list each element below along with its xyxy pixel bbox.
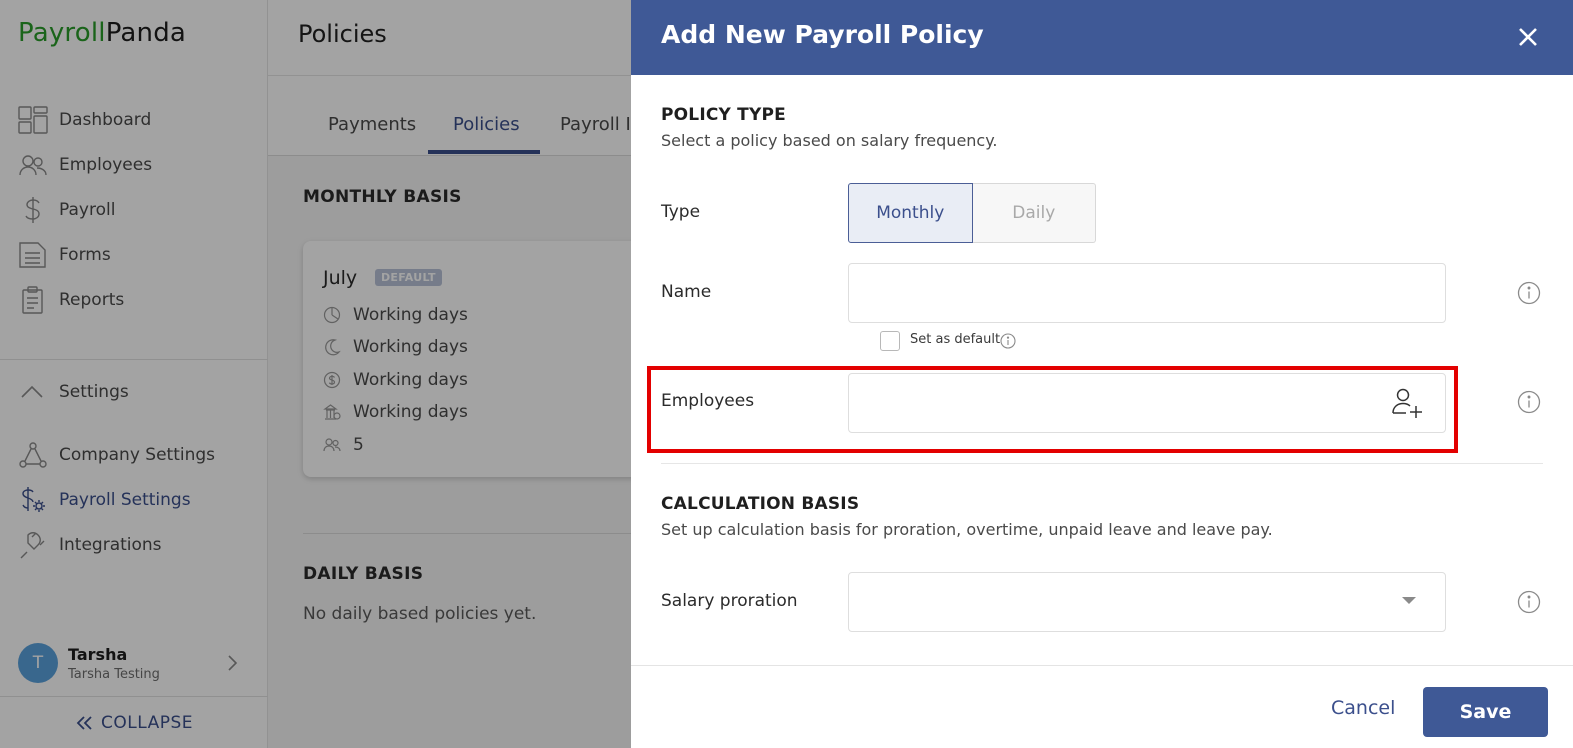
panel-header: Add New Payroll Policy: [631, 0, 1573, 75]
type-daily-button[interactable]: Daily: [972, 183, 1096, 243]
add-person-icon[interactable]: [1391, 387, 1425, 419]
type-label: Type: [661, 202, 701, 222]
info-icon[interactable]: [1517, 390, 1541, 414]
set-default-label: Set as default: [910, 332, 1001, 347]
info-icon[interactable]: [1517, 590, 1541, 614]
panel-title: Add New Payroll Policy: [661, 20, 984, 49]
close-button[interactable]: [1513, 22, 1543, 52]
set-default-checkbox[interactable]: [880, 331, 900, 351]
info-icon[interactable]: [1517, 281, 1541, 305]
caret-down-icon[interactable]: [1402, 597, 1416, 604]
modal-backdrop[interactable]: [0, 0, 631, 748]
cancel-button[interactable]: Cancel: [1331, 697, 1395, 719]
panel-footer: Cancel Save: [631, 665, 1573, 748]
calculation-basis-heading: CALCULATION BASIS: [661, 494, 860, 514]
name-input[interactable]: [848, 263, 1446, 323]
employees-input[interactable]: [848, 373, 1446, 433]
policy-type-description: Select a policy based on salary frequenc…: [661, 131, 998, 150]
calculation-basis-description: Set up calculation basis for proration, …: [661, 520, 1273, 539]
type-toggle: Monthly Daily: [848, 183, 1096, 243]
close-icon: [1519, 28, 1537, 46]
add-policy-panel: Add New Payroll Policy POLICY TYPE Selec…: [631, 0, 1573, 748]
employees-label: Employees: [661, 391, 755, 411]
info-icon[interactable]: [1000, 333, 1016, 349]
section-divider: [661, 463, 1543, 464]
policy-type-heading: POLICY TYPE: [661, 105, 786, 125]
save-button[interactable]: Save: [1423, 687, 1548, 737]
type-monthly-button[interactable]: Monthly: [848, 183, 973, 243]
salary-proration-label: Salary proration: [661, 591, 798, 611]
salary-proration-select[interactable]: [848, 572, 1446, 632]
name-label: Name: [661, 282, 712, 302]
